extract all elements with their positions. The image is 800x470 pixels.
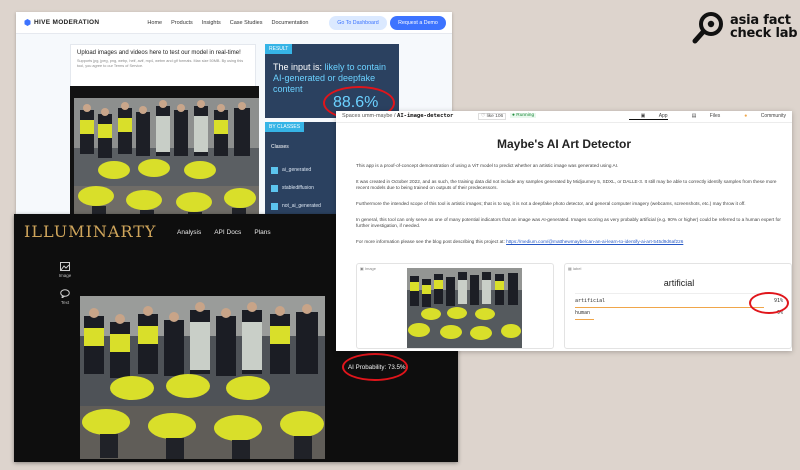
upload-box[interactable]: Upload images and videos here to test ou… (70, 44, 256, 90)
score-name: human (575, 310, 591, 316)
hive-nav-home[interactable]: Home (147, 20, 162, 26)
nav-api-docs[interactable]: API Docs (214, 229, 241, 236)
score-name: artificial (575, 298, 606, 304)
hive-nav-links: Home Products Insights Case Studies Docu… (147, 20, 317, 26)
sidebar-text-label: Text (60, 300, 70, 305)
image-tag-label: Image (364, 266, 377, 271)
hive-navbar: HIVE MODERATION Home Products Insights C… (16, 12, 452, 34)
hf-tabs: ▣ App ▤ Files ● Community (617, 113, 786, 120)
asia-fact-check-lab-logo: asia fact check lab (692, 10, 798, 44)
class-name: not_ai_generated (282, 203, 321, 209)
top-prediction-label: artificial (663, 278, 695, 288)
illuminarty-sidebar: Image Text (52, 262, 78, 316)
tab-app-label: App (658, 113, 668, 119)
class-name: stablediffusion (282, 185, 314, 191)
space-prefix: Spaces (342, 113, 361, 119)
by-classes-tab[interactable]: BY CLASSES (265, 122, 305, 132)
tab-community[interactable]: ● Community (732, 113, 786, 120)
huggingface-space-window: Spaces umm-maybe / AI-image-detector ♡ l… (336, 111, 792, 351)
hive-hex-icon (24, 19, 31, 26)
illuminarty-photo (80, 296, 325, 459)
space-owner: umm-maybe (361, 113, 393, 119)
score-bar (575, 307, 764, 308)
blog-prefix: For more information please see the blog… (356, 239, 507, 244)
hive-uploaded-image-panel (70, 86, 259, 234)
illuminarty-nav: Analysis API Docs Plans (177, 229, 284, 236)
class-name: ai_generated (282, 167, 312, 173)
magnifier-logo-icon (692, 12, 723, 44)
hive-nav-case-studies[interactable]: Case Studies (230, 20, 263, 26)
tab-app[interactable]: ▣ App (628, 113, 668, 120)
description-paragraph: In general, this tool can only serve as … (356, 217, 781, 229)
label-tag: ▦ label (568, 266, 581, 271)
blog-link[interactable]: https://medium.com/@matthewmaybe/can-an-… (506, 239, 683, 244)
description-paragraph: Furthermore the intended scope of this t… (356, 201, 746, 206)
upload-subtitle: Supports jpg, jpeg, png, webp, heif, avi… (77, 59, 244, 68)
score-row: human 9% (575, 310, 783, 318)
divider (575, 293, 783, 294)
hive-nav-insights[interactable]: Insights (202, 20, 221, 26)
class-chip-icon (271, 184, 278, 192)
sidebar-item-image[interactable]: Image (52, 262, 78, 278)
image-icon (60, 262, 70, 271)
hive-brand[interactable]: HIVE MODERATION (24, 19, 99, 26)
hive-nav-products[interactable]: Products (171, 20, 193, 26)
like-button[interactable]: ♡ like 106 (478, 113, 507, 120)
input-image-panel[interactable]: ▣ Image (356, 263, 554, 349)
tab-files[interactable]: ▤ Files (680, 113, 721, 120)
result-panel: RESULT The input is: likely to contain A… (265, 44, 399, 120)
nav-plans[interactable]: Plans (254, 229, 270, 236)
logo-line-2: check lab (730, 26, 798, 41)
go-to-dashboard-button[interactable]: Go To Dashboard (329, 16, 387, 30)
hf-input-photo (407, 268, 522, 348)
app-title: Maybe's AI Art Detector (497, 137, 631, 151)
space-path[interactable]: Spaces umm-maybe / AI-image-detector (342, 113, 453, 119)
red-highlight-circle-illuminarty (342, 353, 408, 381)
blog-paragraph: For more information please see the blog… (356, 239, 786, 245)
community-icon: ● (744, 113, 749, 119)
illuminarty-uploaded-image (80, 296, 325, 459)
illuminarty-logo[interactable]: ILLUMINARTY (24, 222, 156, 241)
running-status-badge: ● Running (510, 113, 537, 118)
like-label: like (486, 114, 494, 119)
hf-topbar: Spaces umm-maybe / AI-image-detector ♡ l… (336, 111, 792, 123)
like-count: 106 (495, 114, 504, 119)
heart-icon: ♡ (481, 114, 486, 119)
status-label: Running (516, 113, 535, 118)
red-highlight-circle-hf (749, 292, 789, 314)
label-tag-label: label (572, 266, 582, 271)
hive-brand-label: HIVE MODERATION (34, 19, 100, 26)
result-prefix: The input is: (273, 62, 325, 72)
class-chip-icon (271, 202, 278, 210)
nav-analysis[interactable]: Analysis (177, 229, 201, 236)
sidebar-image-label: Image (58, 273, 72, 278)
hive-nav-documentation[interactable]: Documentation (272, 20, 309, 26)
request-demo-button[interactable]: Request a Demo (390, 16, 446, 30)
app-icon: ▣ (640, 113, 647, 119)
text-bubble-icon (60, 289, 70, 298)
upload-title: Upload images and videos here to test ou… (77, 50, 241, 56)
space-name: AI-image-detector (397, 113, 454, 119)
classes-heading: Classes (271, 144, 289, 150)
sidebar-item-text[interactable]: Text (52, 289, 78, 305)
status-dot-icon: ● (512, 113, 515, 118)
score-bar (575, 319, 594, 320)
description-paragraph: It was created in October 2022, and as s… (356, 179, 777, 191)
files-icon: ▤ (691, 113, 698, 119)
label-output-panel: ▦ label artificial artificial 91% human … (564, 263, 792, 349)
result-tab[interactable]: RESULT (265, 44, 293, 54)
image-tag: ▣ Image (360, 266, 376, 271)
tab-community-label: Community (760, 113, 786, 119)
description-paragraph: This app is a proof-of-concept demonstra… (356, 163, 619, 168)
class-chip-icon (271, 166, 278, 174)
tab-files-label: Files (709, 113, 721, 119)
